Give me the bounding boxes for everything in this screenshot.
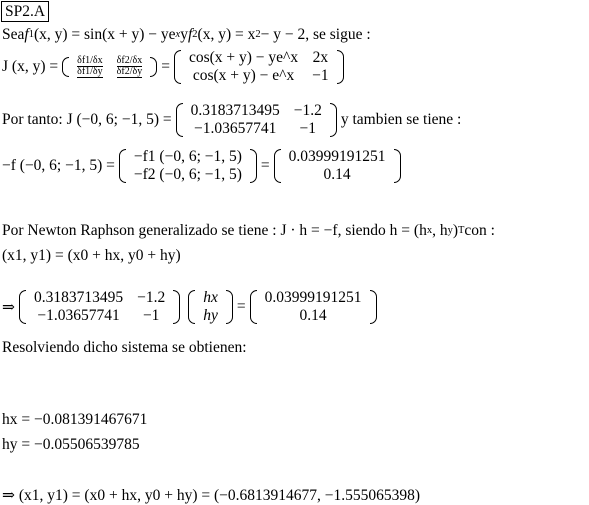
- implies: ⇒: [2, 298, 15, 316]
- text: =: [236, 298, 246, 315]
- cell: −1: [299, 120, 317, 137]
- vector: 0.03999191251 0.14: [249, 289, 377, 325]
- cell: cos(x + y) − ye^x: [188, 49, 299, 66]
- neg-f-evaluated: −f (−0, 6; −1, 5) = −f1 (−0, 6; −1, 5) −f…: [2, 148, 405, 184]
- text: Por tanto: J (−0, 6; −1, 5) =: [2, 111, 172, 128]
- newton-statement: Por Newton Raphson generalizado se tiene…: [2, 222, 495, 239]
- cell: −1.2: [293, 102, 322, 119]
- jacobian-evaluated: Por tanto: J (−0, 6; −1, 5) = 0.31837134…: [2, 102, 461, 138]
- text: − y − 2, se sigue :: [260, 26, 371, 43]
- text: y: [180, 26, 188, 43]
- text: (x, y) = sin(x + y) − ye: [33, 26, 176, 43]
- cell: 0.03999191251: [288, 148, 386, 165]
- cell: 0.14: [323, 166, 351, 183]
- cell: 0.3183713495: [34, 289, 124, 306]
- solve-text: Resolviendo dicho sistema se obtienen:: [2, 339, 247, 356]
- cell: −f2 (−0, 6; −1, 5): [133, 166, 242, 183]
- text: =: [260, 157, 270, 174]
- linear-system: ⇒ 0.3183713495 −1.2 −1.03657741 −1 hx hy = …: [2, 289, 381, 325]
- text: , h: [432, 222, 448, 239]
- text: J (x, y) =: [2, 58, 59, 75]
- function-definitions: Sea f 1 (x, y) = sin(x + y) − ye x y f 2 (x, …: [2, 26, 371, 43]
- cell: −1: [142, 307, 160, 324]
- text: −f (−0, 6; −1, 5) =: [2, 157, 115, 174]
- jacobian-definition: J (x, y) = δf1/δx δf2/δx δf1/δy δf2/δy =…: [2, 49, 348, 85]
- cell: 0.14: [299, 307, 327, 324]
- cell: cos(x + y) − e^x: [192, 67, 295, 84]
- cell: 0.3183713495: [190, 102, 280, 119]
- partials-matrix: δf1/δx δf2/δx δf1/δy δf2/δy: [62, 56, 158, 78]
- cell: hy: [203, 307, 218, 324]
- cell: −1.03657741: [37, 307, 120, 324]
- partial: δf2/δy: [116, 66, 143, 78]
- cell: 0.03999191251: [264, 289, 362, 306]
- update-formula: (x1, y1) = (x0 + hx, y0 + hy): [2, 247, 181, 264]
- text: =: [161, 58, 170, 75]
- text: (x, y) = x: [197, 26, 256, 43]
- cell: 2x: [312, 49, 329, 66]
- cell: −1.2: [137, 289, 166, 306]
- cell: hx: [203, 289, 218, 306]
- hy-result: hy = −0.05506539785: [2, 436, 140, 453]
- vector: 0.03999191251 0.14: [273, 148, 401, 184]
- vector: hx hy: [188, 289, 233, 325]
- partial: δf1/δy: [77, 66, 103, 78]
- cell: −1.03657741: [193, 120, 277, 137]
- text: Sea: [2, 26, 25, 43]
- text: Por Newton Raphson generalizado se tiene…: [2, 222, 427, 239]
- vector: −f1 (−0, 6; −1, 5) −f2 (−0, 6; −1, 5): [118, 148, 257, 184]
- jacobian-matrix: cos(x + y) − ye^x 2x cos(x + y) − e^x −1: [173, 49, 344, 85]
- final-result: ⇒ (x1, y1) = (x0 + hx, y0 + hy) = (−0.68…: [2, 487, 421, 504]
- text: y tambien se tiene :: [340, 111, 462, 128]
- matrix: 0.3183713495 −1.2 −1.03657741 −1: [19, 289, 181, 325]
- hx-result: hx = −0.081391467671: [2, 411, 148, 428]
- cell: −f1 (−0, 6; −1, 5): [133, 148, 242, 165]
- cell: −1: [312, 67, 329, 84]
- matrix: 0.3183713495 −1.2 −1.03657741 −1: [175, 102, 337, 138]
- text: con :: [464, 222, 495, 239]
- section-label: SP2.A: [1, 1, 50, 22]
